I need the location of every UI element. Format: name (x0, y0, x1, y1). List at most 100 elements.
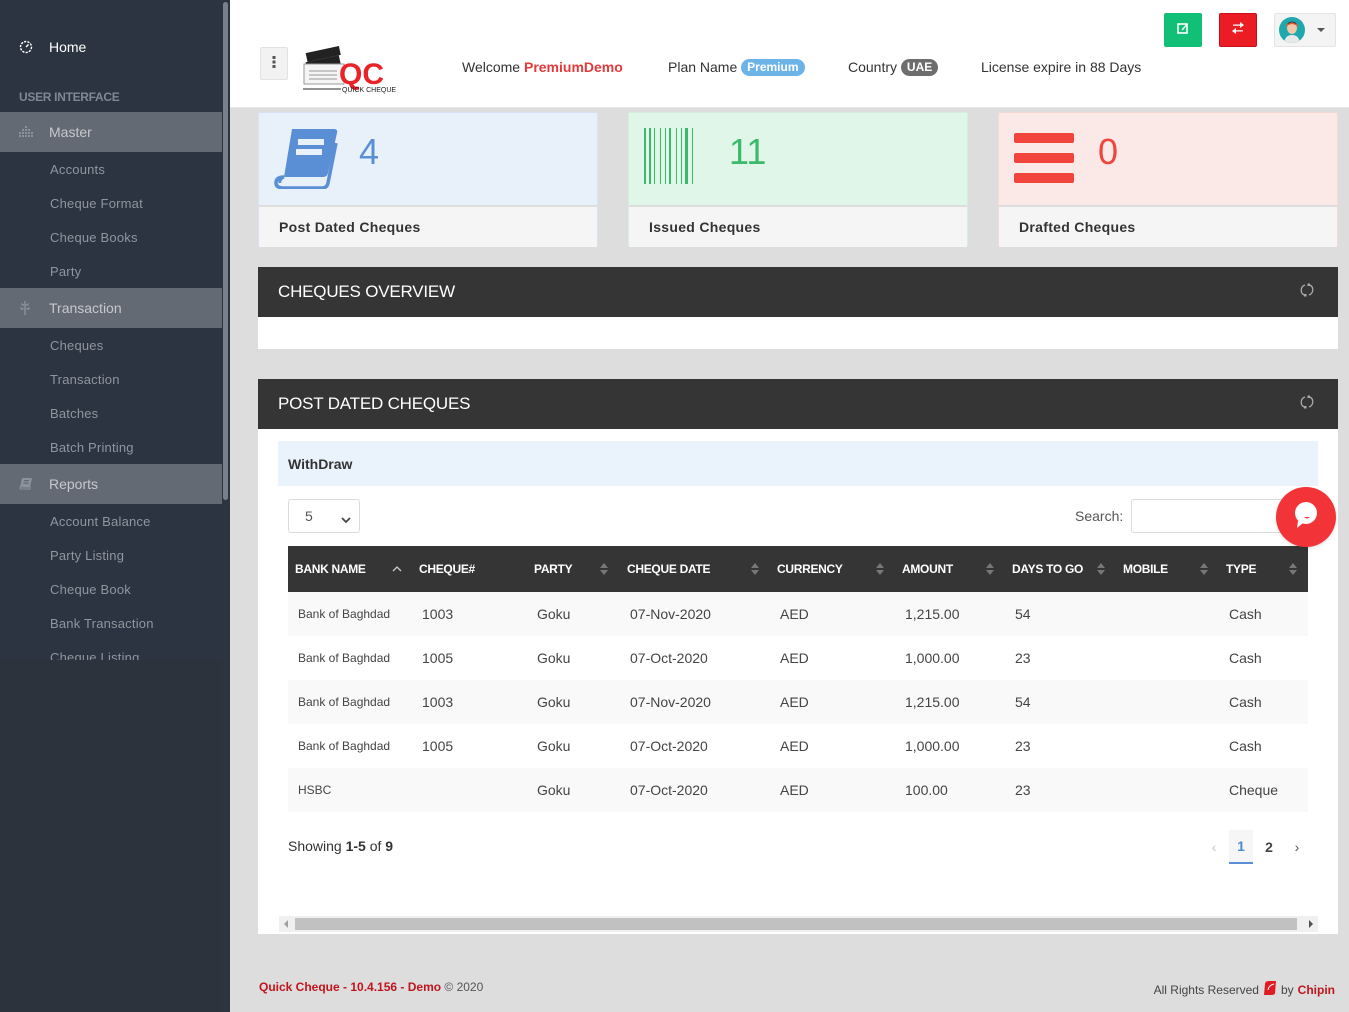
search-input[interactable] (1131, 499, 1291, 533)
stat-value: 0 (1098, 131, 1119, 172)
panel-title: CHEQUES OVERVIEW (278, 282, 455, 301)
app-logo[interactable]: QC QUICK CHEQUE (301, 46, 397, 94)
sidebar-item-account-balance[interactable]: Account Balance (50, 514, 151, 529)
sidebar-group-label: Transaction (49, 300, 122, 316)
cell-currency: AED (780, 650, 809, 666)
profile-menu-button[interactable] (1274, 13, 1336, 47)
leaf-icon (0, 301, 49, 315)
refresh-icon[interactable] (1300, 394, 1314, 415)
cell-days-to-go: 23 (1015, 738, 1031, 754)
footer-company[interactable]: Chipin (1298, 983, 1335, 997)
tab-withdraw[interactable]: WithDraw (278, 441, 1318, 486)
avatar-icon (1279, 17, 1305, 43)
cell-cheque-date: 07-Nov-2020 (630, 694, 711, 710)
country-badge: UAE (900, 59, 939, 76)
sidebar-group-reports[interactable]: Reports (0, 464, 222, 504)
table-row[interactable]: Bank of Baghdad 1005 Goku 07-Oct-2020 AED 1,0… (288, 724, 1308, 768)
table-row[interactable]: Bank of Baghdad 1005 Goku 07-Oct-2020 AED 1,0… (288, 636, 1308, 680)
sidebar-item-accounts[interactable]: Accounts (50, 162, 105, 177)
sidebar-item-batches[interactable]: Batches (50, 406, 98, 421)
cell-days-to-go: 23 (1015, 650, 1031, 666)
plan-info: Plan Name Premium (668, 59, 805, 76)
column-header-cheque-number[interactable]: CHEQUE# (419, 546, 475, 592)
cell-currency: AED (780, 606, 809, 622)
column-header-mobile[interactable]: MOBILE (1123, 546, 1168, 592)
sidebar-item-cheques[interactable]: Cheques (50, 338, 103, 353)
sidebar-item-party[interactable]: Party (50, 264, 81, 279)
cell-bank-name: Bank of Baghdad (298, 739, 391, 753)
sort-ascending-icon[interactable] (392, 546, 402, 592)
scroll-right-icon[interactable] (1309, 920, 1313, 928)
refresh-icon[interactable] (1300, 282, 1314, 303)
sort-icon[interactable] (1289, 546, 1297, 592)
sidebar-item-transaction[interactable]: Transaction (50, 372, 120, 387)
cell-bank-name: HSBC (298, 783, 332, 797)
showing-prefix: Showing (288, 838, 342, 854)
sort-icon[interactable] (600, 546, 608, 592)
stat-label: Drafted Cheques (999, 207, 1337, 247)
chat-widget-button[interactable] (1276, 487, 1336, 547)
footer-brand[interactable]: Quick Cheque - 10.4.156 - Demo (259, 980, 441, 994)
stat-card-issued[interactable]: 11 Issued Cheques (628, 112, 968, 247)
column-header-days-to-go[interactable]: DAYS TO GO (1012, 546, 1083, 592)
sidebar-group-transaction[interactable]: Transaction (0, 288, 222, 328)
cell-type: Cash (1229, 694, 1262, 710)
sidebar-item-cheque-books[interactable]: Cheque Books (50, 230, 138, 245)
menu-toggle-button[interactable] (260, 47, 288, 80)
edit-button[interactable] (1164, 13, 1202, 47)
table-header: BANK NAME CHEQUE# PARTY CHEQUE DATE CURR… (288, 546, 1308, 592)
switch-button[interactable] (1219, 13, 1257, 47)
table-row[interactable]: Bank of Baghdad 1003 Goku 07-Nov-2020 AED 1,2… (288, 592, 1308, 636)
sort-icon[interactable] (751, 546, 759, 592)
table-row[interactable]: HSBC Goku 07-Oct-2020 AED 100.00 23 Cheque (288, 768, 1308, 812)
table-horizontal-scrollbar[interactable] (279, 916, 1318, 932)
cell-party: Goku (537, 650, 571, 666)
stat-card-post-dated[interactable]: 4 Post Dated Cheques (258, 112, 598, 247)
stat-value: 11 (729, 131, 767, 172)
scroll-left-icon[interactable] (284, 920, 288, 928)
stat-card-drafted[interactable]: 0 Drafted Cheques (998, 112, 1338, 247)
pagination-previous[interactable]: ‹ (1203, 830, 1225, 864)
column-header-type[interactable]: TYPE (1226, 546, 1256, 592)
column-header-amount[interactable]: AMOUNT (902, 546, 953, 592)
page-length-select[interactable]: 5 (288, 499, 360, 533)
country-label: Country (848, 59, 898, 75)
cell-party: Goku (537, 738, 571, 754)
sidebar-item-cheque-book[interactable]: Cheque Book (50, 582, 131, 597)
sidebar-scrollbar-thumb[interactable] (223, 2, 228, 500)
footer-version: Quick Cheque - 10.4.156 - Demo © 2020 (259, 980, 483, 994)
sidebar-item-bank-transaction[interactable]: Bank Transaction (50, 616, 154, 631)
cell-type: Cash (1229, 650, 1262, 666)
sidebar-item-batch-printing[interactable]: Batch Printing (50, 440, 134, 455)
scrollbar-thumb[interactable] (295, 918, 1297, 930)
sidebar-item-home[interactable]: Home (0, 27, 222, 67)
pagination-page-2[interactable]: 2 (1257, 830, 1281, 864)
bar-chart-icon (0, 126, 49, 138)
sort-icon[interactable] (1097, 546, 1105, 592)
table-row[interactable]: Bank of Baghdad 1003 Goku 07-Nov-2020 AED 1,2… (288, 680, 1308, 724)
column-header-cheque-date[interactable]: CHEQUE DATE (627, 546, 710, 592)
stat-label: Issued Cheques (629, 207, 967, 247)
sidebar-item-party-listing[interactable]: Party Listing (50, 548, 124, 563)
barcode-bar (665, 128, 666, 184)
table-info: Showing 1-5 of 9 (288, 838, 393, 854)
chevron-down-icon (341, 511, 351, 527)
pagination-page-1[interactable]: 1 (1229, 830, 1253, 864)
column-header-party[interactable]: PARTY (534, 546, 573, 592)
pagination-next[interactable]: › (1286, 830, 1308, 864)
sort-icon[interactable] (1200, 546, 1208, 592)
sidebar-item-cheque-format[interactable]: Cheque Format (50, 196, 143, 211)
sidebar-group-master[interactable]: Master (0, 112, 222, 152)
cell-amount: 100.00 (905, 782, 948, 798)
column-header-bank-name[interactable]: BANK NAME (295, 546, 366, 592)
sort-icon[interactable] (876, 546, 884, 592)
column-header-currency[interactable]: CURRENCY (777, 546, 843, 592)
sort-icon[interactable] (986, 546, 994, 592)
footer-copyright: © 2020 (444, 980, 484, 994)
cell-party: Goku (537, 606, 571, 622)
svg-text:QUICK CHEQUE: QUICK CHEQUE (342, 87, 396, 94)
cell-type: Cash (1229, 738, 1262, 754)
barcode-bar (676, 128, 677, 184)
barcode-bar (669, 128, 671, 184)
cell-bank-name: Bank of Baghdad (298, 651, 391, 665)
